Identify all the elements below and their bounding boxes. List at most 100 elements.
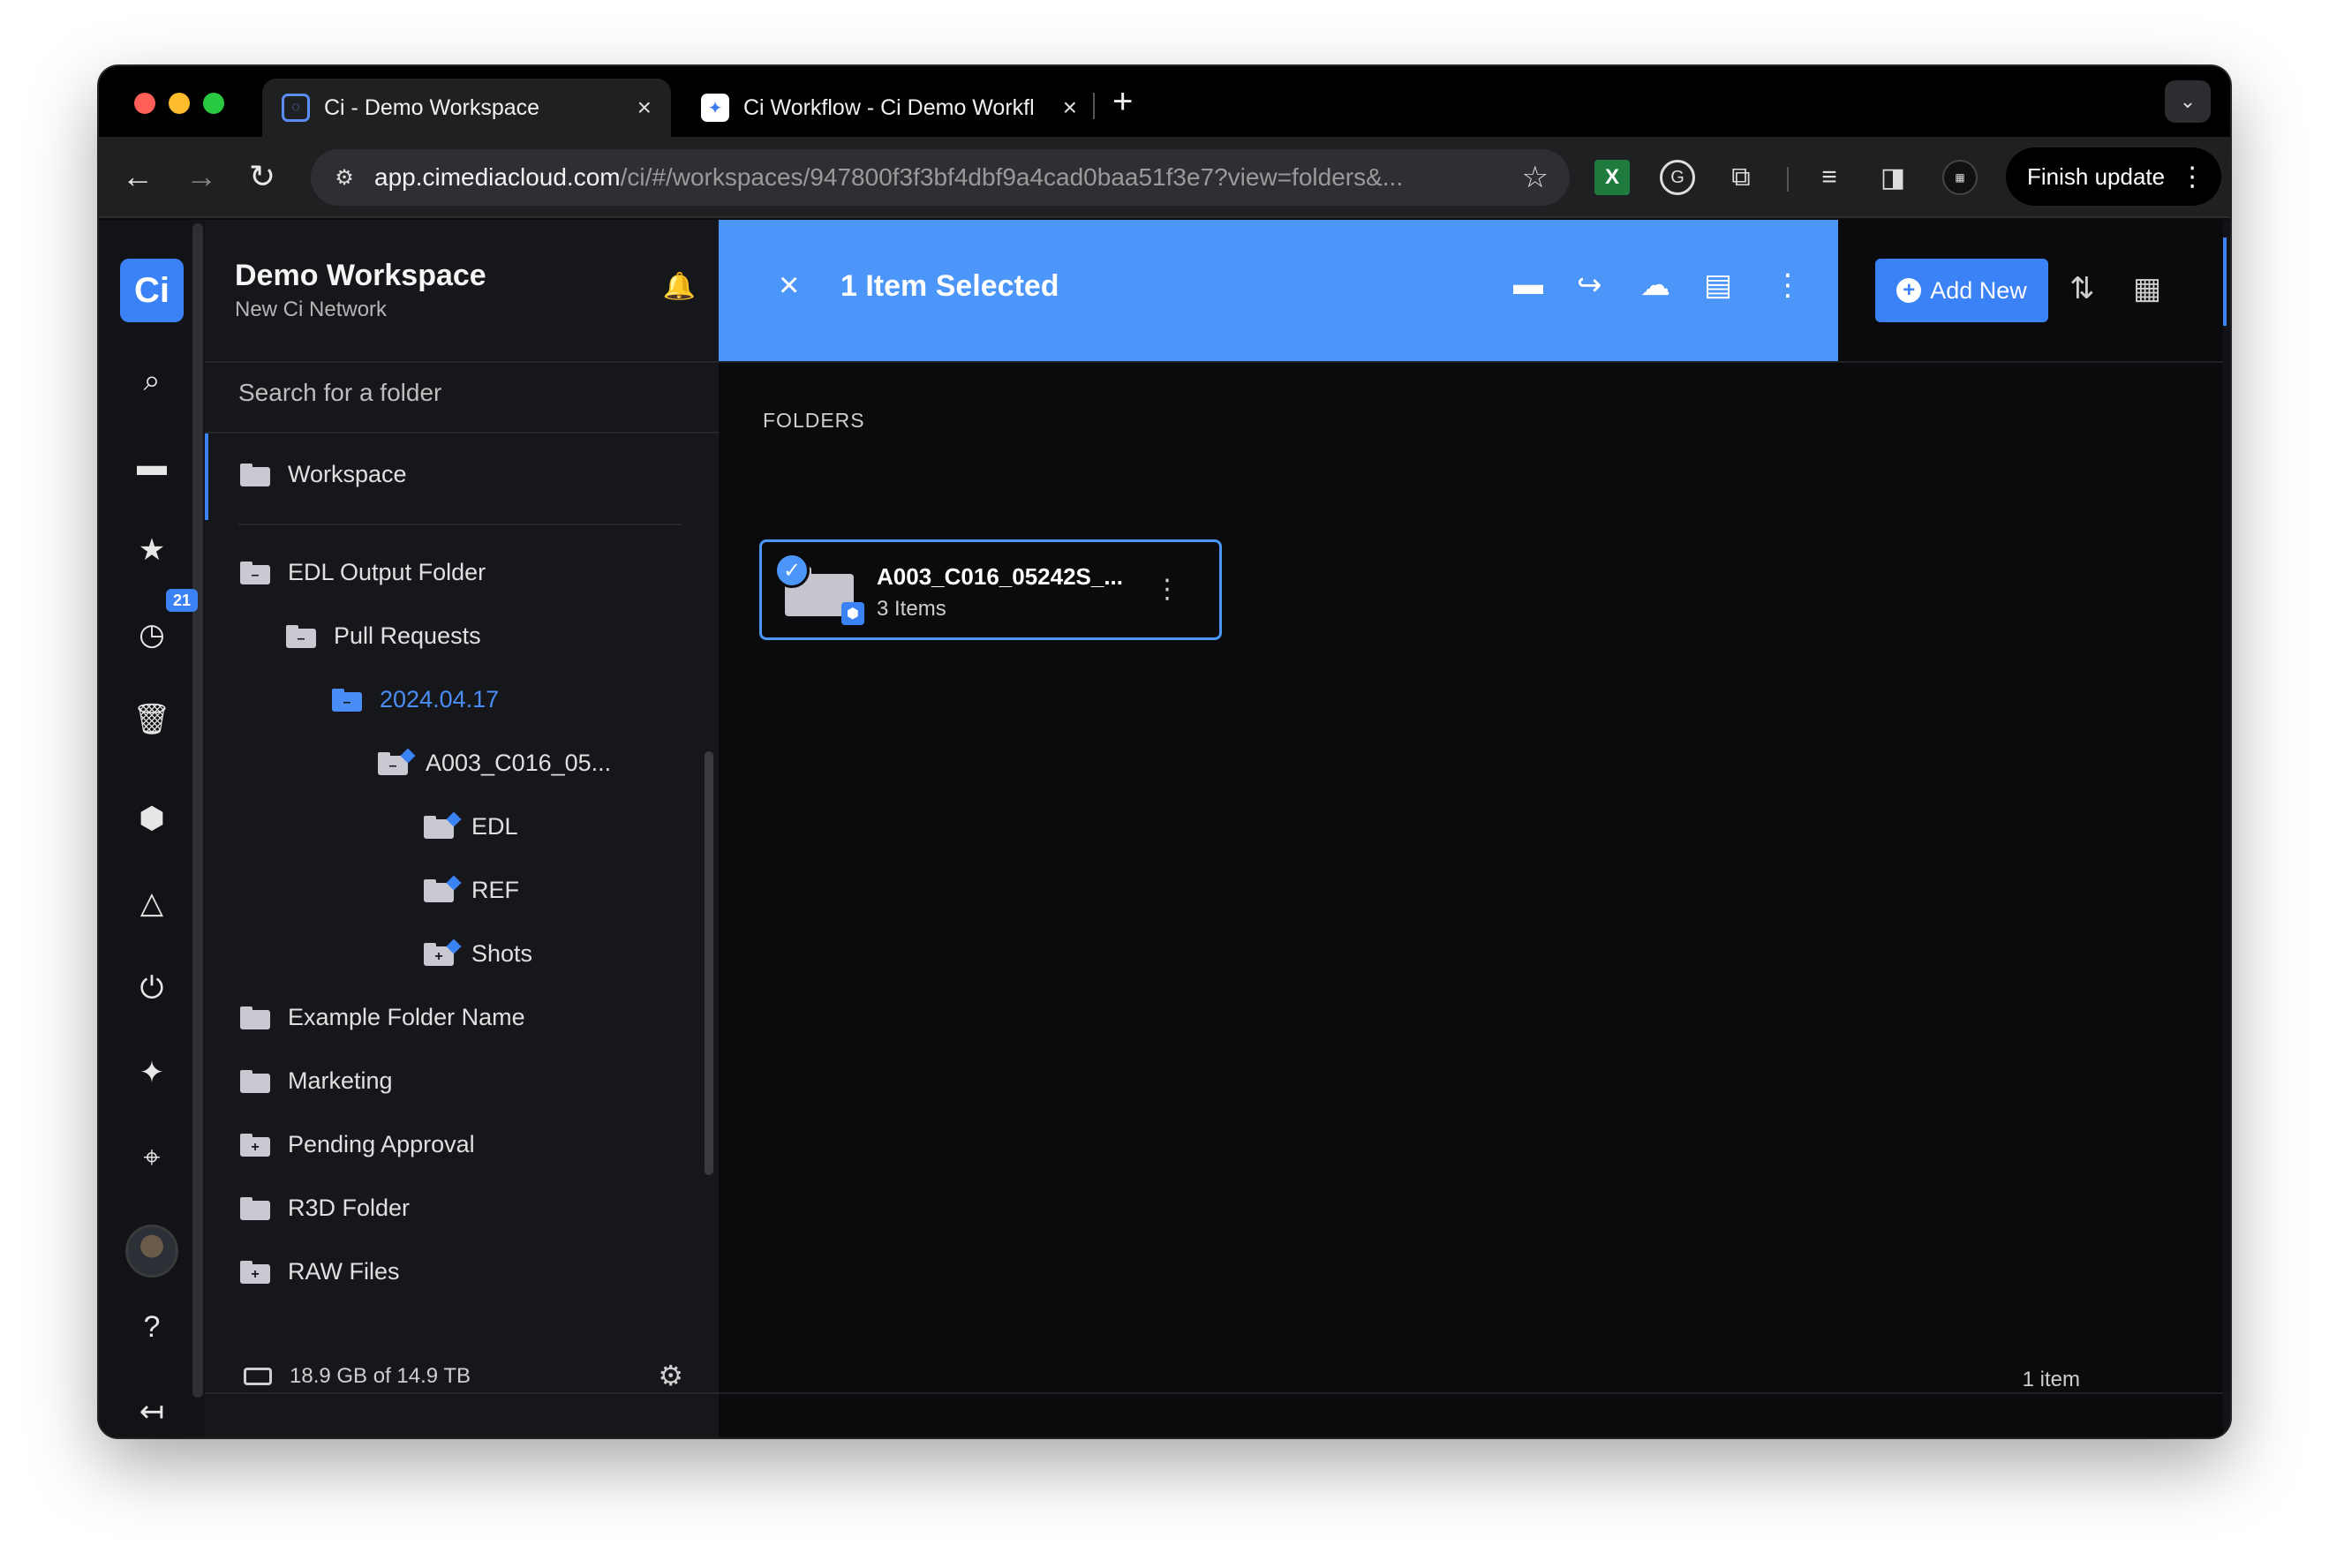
reload-button[interactable]: ↻ xyxy=(249,158,275,195)
asset-folder-minus-icon: – xyxy=(378,748,416,775)
folder-search-input[interactable]: Search for a folder xyxy=(238,379,441,407)
folder-sidebar: Demo Workspace New Ci Network 🔔 Search f… xyxy=(205,220,719,1437)
close-window-button[interactable] xyxy=(134,93,155,114)
rail-scrollbar[interactable] xyxy=(192,223,203,1398)
tree-item-label: Shots xyxy=(471,940,533,967)
workflow-icon: ✦ xyxy=(701,94,729,122)
tree-item[interactable]: + Pending Approval xyxy=(240,1131,475,1158)
app-content: Ci ⌕ ▬ ★ ◷ 21 🗑 ⬢ △ ⏻ ✦ ⌖ ? ↤ Demo Works… xyxy=(99,220,2230,1437)
target-icon[interactable]: ⌖ xyxy=(124,1133,180,1182)
drive-icon xyxy=(244,1368,272,1385)
clear-selection-button[interactable]: × xyxy=(779,266,799,305)
tree-item[interactable]: Marketing xyxy=(240,1067,393,1095)
asset-folder-plus-icon: + xyxy=(424,939,462,966)
excel-extension-icon[interactable]: X xyxy=(1594,160,1630,195)
folder-plus-icon: + xyxy=(240,1133,270,1157)
plus-circle-icon: + xyxy=(1896,278,1922,303)
tree-item[interactable]: R3D Folder xyxy=(240,1195,410,1222)
close-tab-icon[interactable]: × xyxy=(637,94,652,122)
cloud-download-icon[interactable]: ☁ xyxy=(1640,268,1670,303)
grammarly-extension-icon[interactable]: G xyxy=(1660,160,1695,195)
ci-logo[interactable]: Ci xyxy=(120,259,184,322)
bookmark-star-icon[interactable]: ☆ xyxy=(1522,160,1549,195)
folder-icon[interactable]: ▬ xyxy=(124,441,180,490)
add-new-button[interactable]: + Add New xyxy=(1875,259,2048,322)
asset-folder-icon xyxy=(424,875,462,902)
side-panel-icon[interactable]: ◨ xyxy=(1875,160,1911,195)
tree-item[interactable]: – A003_C016_05... xyxy=(378,748,612,777)
tree-item-label: Pending Approval xyxy=(288,1131,475,1157)
download-icon[interactable]: ⏻ xyxy=(124,963,180,1013)
browser-tab-active[interactable]: ◌ Ci - Demo Workspace × xyxy=(262,79,671,137)
tree-item[interactable]: + Shots xyxy=(424,939,533,968)
sidebar-scrollbar[interactable] xyxy=(705,751,713,1175)
tree-item-workspace[interactable]: Workspace xyxy=(240,461,407,488)
delta-icon[interactable]: △ xyxy=(124,878,180,928)
tree-item[interactable]: + RAW Files xyxy=(240,1258,400,1285)
storage-label: 18.9 GB of 14.9 TB xyxy=(290,1364,471,1388)
back-button[interactable]: ← xyxy=(122,158,154,195)
zoom-window-button[interactable] xyxy=(203,93,224,114)
folders-section-label: FOLDERS xyxy=(763,409,865,432)
selected-check-icon[interactable]: ✓ xyxy=(774,553,810,588)
tree-item-label: EDL Output Folder xyxy=(288,559,486,585)
divider xyxy=(719,361,2223,363)
folder-card[interactable]: ⬢ ✓ A003_C016_05242S_... 3 Items ⋮ xyxy=(759,539,1222,640)
finish-update-label: Finish update xyxy=(2027,162,2166,190)
folder-minus-icon: – xyxy=(240,561,270,584)
search-icon[interactable]: ⌕ xyxy=(124,356,180,405)
forward-button[interactable]: → xyxy=(185,158,217,195)
folder-icon xyxy=(240,1006,270,1029)
profile-avatar-icon[interactable]: ▦ xyxy=(1942,160,1978,195)
archive-icon[interactable]: ▤ xyxy=(1704,268,1732,303)
user-avatar[interactable] xyxy=(125,1225,178,1278)
history-icon[interactable]: ◷ xyxy=(124,610,180,660)
browser-window: ◌ Ci - Demo Workspace × ✦ Ci Workflow - … xyxy=(99,66,2230,1437)
workspace-subtitle: New Ci Network xyxy=(235,298,388,321)
tree-item-label: R3D Folder xyxy=(288,1195,411,1221)
tree-item-label: 2024.04.17 xyxy=(380,686,500,712)
media-control-icon[interactable]: ≡ xyxy=(1812,160,1847,195)
more-vert-icon[interactable]: ⋮ xyxy=(1154,574,1180,605)
active-indicator xyxy=(205,433,208,520)
grid-view-icon[interactable]: ▦ xyxy=(2133,271,2161,306)
tree-item-label: Example Folder Name xyxy=(288,1004,525,1030)
close-tab-icon[interactable]: × xyxy=(1063,94,1077,122)
more-vert-icon[interactable]: ⋮ xyxy=(1773,268,1803,303)
new-tab-button[interactable]: + xyxy=(1112,82,1133,122)
extensions-icon[interactable]: ⧉ xyxy=(1723,160,1759,195)
bell-icon[interactable]: 🔔 xyxy=(663,271,696,302)
tree-item[interactable]: EDL xyxy=(424,811,518,841)
tree-item-selected[interactable]: – 2024.04.17 xyxy=(332,686,499,713)
url-path: /ci/#/workspaces/947800f3f3bf4dbf9a4cad0… xyxy=(620,163,1404,191)
tree-item-label: Pull Requests xyxy=(334,622,481,649)
selection-bar: × 1 Item Selected ▬ ↪ ☁ ▤ ⋮ xyxy=(719,220,1838,361)
tree-item[interactable]: – Pull Requests xyxy=(286,622,481,650)
tree-item[interactable]: Example Folder Name xyxy=(240,1004,525,1031)
tree-item-label: A003_C016_05... xyxy=(426,750,612,776)
move-to-folder-icon[interactable]: ▬ xyxy=(1513,268,1543,302)
workflow-icon[interactable]: ✦ xyxy=(124,1048,180,1097)
finish-update-button[interactable]: Finish update ⋮ xyxy=(2006,147,2221,206)
gear-icon[interactable]: ⚙ xyxy=(658,1359,683,1392)
tree-item[interactable]: REF xyxy=(424,875,519,904)
tab-search-button[interactable]: ⌄ xyxy=(2165,80,2211,123)
tab-bar: ◌ Ci - Demo Workspace × ✦ Ci Workflow - … xyxy=(99,66,2230,137)
site-settings-icon[interactable]: ⚙ xyxy=(327,160,362,195)
trash-icon[interactable]: 🗑 xyxy=(124,695,180,744)
sort-icon[interactable]: ⇅ xyxy=(2069,271,2095,306)
collapse-left-icon[interactable]: ↤ xyxy=(124,1387,180,1436)
cube-icon[interactable]: ⬢ xyxy=(124,794,180,843)
browser-tab[interactable]: ✦ Ci Workflow - Ci Demo Workfl × xyxy=(682,79,1097,137)
minimize-window-button[interactable] xyxy=(169,93,190,114)
help-icon[interactable]: ? xyxy=(124,1302,180,1352)
main-toolbar: + Add New ⇅ ▦ xyxy=(1838,220,2223,361)
tree-item[interactable]: – EDL Output Folder xyxy=(240,559,486,586)
toolbar-divider xyxy=(1787,167,1789,192)
share-icon[interactable]: ↪ xyxy=(1577,268,1602,303)
divider xyxy=(205,432,719,433)
workspace-title: Demo Workspace xyxy=(235,259,486,292)
tree-item-label: Marketing xyxy=(288,1067,393,1094)
star-icon[interactable]: ★ xyxy=(124,525,180,575)
url-field[interactable]: ⚙ app.cimediacloud.com/ci/#/workspaces/9… xyxy=(311,149,1570,206)
